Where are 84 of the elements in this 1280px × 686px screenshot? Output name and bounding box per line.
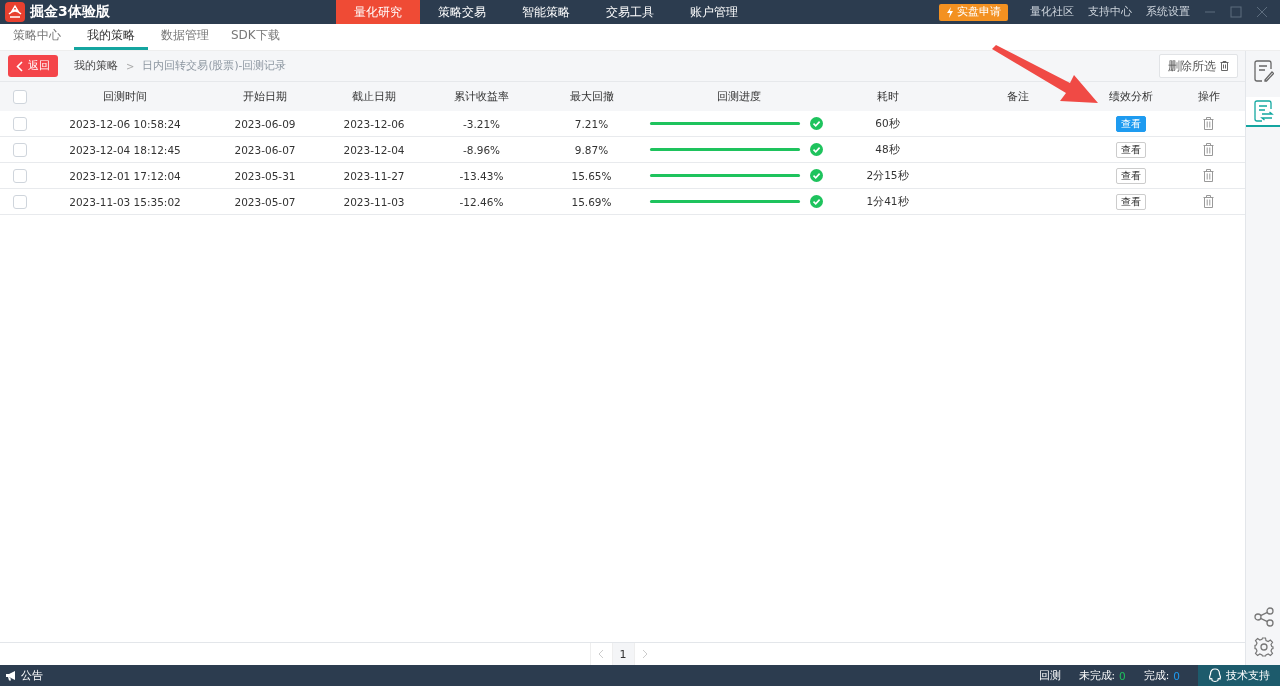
table-cell-text: 1分41秒: [865, 194, 910, 209]
view-button[interactable]: 查看: [1116, 193, 1146, 210]
row-checkbox[interactable]: [13, 194, 27, 209]
finished-count: 0: [1173, 669, 1180, 682]
chevron-left-icon: [598, 649, 604, 659]
column-header: 截止日期: [351, 89, 397, 104]
table-cell-text: 48秒: [874, 142, 901, 157]
column-header: 操作: [1196, 89, 1221, 104]
table-cell-text: -13.43%: [458, 169, 505, 182]
trash-icon[interactable]: [1203, 195, 1214, 208]
table-cell-text: 15.69%: [570, 195, 613, 208]
app-title: 掘金3体验版: [30, 3, 110, 21]
table-cell-text: 2023-05-07: [233, 195, 297, 208]
top-link[interactable]: 支持中心: [1088, 5, 1132, 19]
column-header: 最大回撤: [568, 89, 615, 104]
trash-icon: [1220, 61, 1229, 71]
table-cell-text: 2023-06-07: [233, 143, 297, 156]
view-button[interactable]: 查看: [1116, 167, 1146, 184]
top-link[interactable]: 量化社区: [1030, 5, 1074, 19]
table-cell-text: -3.21%: [461, 117, 502, 130]
settings-icon[interactable]: [1253, 637, 1274, 657]
nav-tab[interactable]: 策略交易: [420, 0, 504, 24]
share-icon[interactable]: [1253, 607, 1274, 627]
row-checkbox[interactable]: [13, 116, 27, 131]
table-cell-text: 2分15秒: [865, 168, 910, 183]
penguin-icon: [1208, 668, 1222, 683]
table-cell-text: 2023-11-03 15:35:02: [68, 195, 182, 208]
column-header: 回测进度: [716, 89, 762, 104]
table-cell-text: 2023-12-04 18:12:45: [68, 143, 182, 156]
row-checkbox[interactable]: [13, 168, 27, 183]
logo-icon: [5, 2, 25, 22]
delete-selected-button[interactable]: 删除所选: [1159, 54, 1238, 78]
column-header: 绩效分析: [1108, 89, 1154, 104]
nav-tab[interactable]: 账户管理: [672, 0, 756, 24]
column-header: 耗时: [875, 89, 900, 104]
close-icon[interactable]: [1256, 6, 1268, 18]
megaphone-icon: [5, 670, 17, 681]
table-cell-text: 2023-06-09: [233, 117, 297, 130]
table-cell-text: 15.65%: [570, 169, 613, 182]
tech-support-button[interactable]: 技术支持: [1198, 665, 1280, 686]
sub-tab[interactable]: SDK下载: [222, 24, 289, 50]
unfinished-label: 未完成:: [1078, 668, 1116, 683]
table-cell-text: 2023-12-06: [342, 117, 406, 130]
finished-label: 完成:: [1143, 668, 1170, 683]
trash-icon[interactable]: [1203, 143, 1214, 156]
row-checkbox[interactable]: [13, 142, 27, 157]
column-header: 累计收益率: [453, 89, 510, 104]
notice-link[interactable]: 公告: [21, 668, 43, 683]
sub-tab[interactable]: 策略中心: [4, 24, 70, 50]
page-button[interactable]: 1: [611, 643, 634, 665]
table-cell-text: -8.96%: [461, 143, 502, 156]
column-header: 回测时间: [102, 89, 148, 104]
trash-icon[interactable]: [1203, 117, 1214, 130]
breadcrumb-item: 日内回转交易(股票)-回测记录: [142, 59, 287, 73]
backtest-label: 回测: [1038, 668, 1061, 683]
unfinished-count: 0: [1119, 669, 1126, 682]
table-cell-text: 2023-05-31: [233, 169, 297, 182]
top-link[interactable]: 系统设置: [1146, 5, 1190, 19]
breadcrumb-separator: >: [126, 60, 135, 72]
table-cell-text: 2023-12-06 10:58:24: [68, 117, 182, 130]
table-cell-text: 2023-11-27: [342, 169, 406, 182]
records-button[interactable]: [1246, 97, 1280, 127]
table-cell-text: 2023-12-01 17:12:04: [68, 169, 182, 182]
table-cell-text: 60秒: [874, 116, 901, 131]
table-cell-text: 2023-12-04: [342, 143, 406, 156]
nav-tab[interactable]: 智能策略: [504, 0, 588, 24]
table-cell-text: 9.87%: [573, 143, 610, 156]
table-cell-text: 2023-11-03: [342, 195, 406, 208]
view-button[interactable]: 查看: [1116, 141, 1146, 158]
select-all-checkbox[interactable]: [13, 89, 27, 104]
column-header: 备注: [1005, 89, 1030, 104]
lightning-icon: [946, 6, 954, 18]
nav-tab[interactable]: 量化研究: [336, 0, 420, 24]
maximize-icon[interactable]: [1230, 6, 1242, 18]
column-header: 开始日期: [242, 89, 288, 104]
table-cell-text: -12.46%: [458, 195, 505, 208]
breadcrumb-item[interactable]: 我的策略: [74, 59, 118, 73]
chevron-right-icon: [642, 649, 648, 659]
back-button[interactable]: 返回: [8, 55, 58, 77]
table-cell-text: 7.21%: [573, 117, 610, 130]
sub-tab[interactable]: 数据管理: [152, 24, 218, 50]
trash-icon[interactable]: [1203, 169, 1214, 182]
chevron-left-icon: [16, 60, 23, 72]
nav-tab[interactable]: 交易工具: [588, 0, 672, 24]
